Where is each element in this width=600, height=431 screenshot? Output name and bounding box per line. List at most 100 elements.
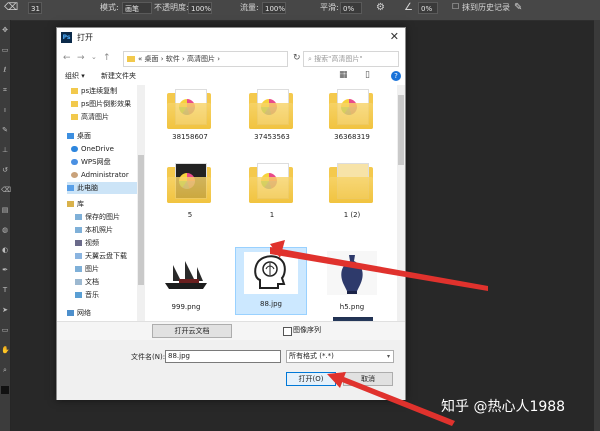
mode-select[interactable]: 画笔 — [122, 2, 152, 14]
pen-tool-icon[interactable]: ✒ — [1, 266, 9, 274]
brush-size-field[interactable]: 31 — [28, 2, 42, 14]
sidebar-item-saved-pictures[interactable]: 保存的图片 — [75, 211, 120, 223]
eraser-tool-icon[interactable]: ⌫ — [4, 2, 18, 13]
organize-button[interactable]: 组织 ▾ — [65, 71, 85, 81]
sidebar-item-ps-copy[interactable]: ps连续复制 — [71, 85, 117, 97]
image-sequence-checkbox[interactable] — [283, 327, 292, 336]
smoothing-field[interactable]: 0% — [340, 2, 362, 14]
history-brush-icon[interactable]: ↺ — [1, 166, 9, 174]
file-item-folder[interactable]: 38158607 — [155, 89, 225, 147]
filetype-select[interactable]: 所有格式 (*.*) ▾ — [286, 350, 394, 363]
angle-icon[interactable]: ∠ — [404, 2, 413, 13]
filename-input[interactable]: 88.jpg — [165, 350, 281, 363]
brush-tool-icon[interactable]: ✎ — [1, 126, 9, 134]
navigation-pane: ps连续复制 ps图片倒影效果 高清图片 桌面 OneDrive WPS网盘 A… — [57, 85, 137, 335]
folder-icon — [127, 56, 135, 62]
eyedropper-tool-icon[interactable]: ı — [1, 106, 9, 114]
file-name: 999.png — [171, 303, 201, 311]
scrollbar-thumb[interactable] — [138, 155, 144, 285]
sidebar-item-wps[interactable]: WPS网盘 — [71, 156, 111, 168]
sidebar-item-administrator[interactable]: Administrator — [71, 169, 129, 181]
search-input[interactable]: ⌕ 搜索"高清图片" — [303, 51, 399, 67]
blur-tool-icon[interactable]: ◍ — [1, 226, 9, 234]
refresh-icon[interactable]: ↻ — [293, 53, 301, 63]
marquee-tool-icon[interactable]: ▭ — [1, 46, 9, 54]
open-file-dialog: Ps 打开 ✕ ← → ⌄ ↑ « 桌面 › 软件 › 高清图片 › ↻ ⌕ 搜… — [56, 27, 406, 400]
flow-field[interactable]: 100% — [262, 2, 286, 14]
file-item-image[interactable]: h5.png — [317, 247, 387, 317]
sidebar-item-this-pc[interactable]: 此电脑 — [67, 182, 137, 194]
folder-icon — [329, 89, 375, 129]
forward-arrow-icon[interactable]: → — [77, 53, 85, 63]
up-arrow-icon[interactable]: ↑ — [103, 53, 111, 63]
sidebar-item-label: 保存的图片 — [85, 213, 120, 221]
erase-to-history-checkbox[interactable]: ☐ — [452, 2, 459, 11]
close-icon[interactable]: ✕ — [390, 30, 399, 43]
type-tool-icon[interactable]: T — [1, 286, 9, 294]
dodge-tool-icon[interactable]: ◐ — [1, 246, 9, 254]
cancel-button[interactable]: 取消 — [343, 372, 393, 386]
crop-tool-icon[interactable]: ⌗ — [1, 86, 9, 94]
opacity-field[interactable]: 100% — [188, 2, 212, 14]
file-item-folder[interactable]: 5 — [155, 163, 225, 221]
sidebar-item-label: 本机照片 — [85, 226, 113, 234]
file-item-folder[interactable]: 36368319 — [317, 89, 387, 147]
folder-icon — [167, 163, 213, 203]
navigation-scrollbar[interactable] — [137, 85, 145, 335]
sidebar-item-pictures[interactable]: 图片 — [75, 263, 99, 275]
file-item-folder[interactable]: 37453563 — [237, 89, 307, 147]
desktop-icon — [67, 133, 74, 139]
video-icon — [75, 240, 82, 246]
foreground-color-swatch[interactable] — [1, 386, 9, 394]
ps-tool-panel: ✥ ▭ ℓ ⌗ ı ✎ ⊥ ↺ ⌫ ▤ ◍ ◐ ✒ T ➤ ▭ ✋ ⌕ — [0, 20, 11, 431]
eraser-tool-icon[interactable]: ⌫ — [1, 186, 11, 194]
folder-icon — [329, 163, 375, 203]
sidebar-item-network[interactable]: 网络 — [67, 307, 91, 319]
scrollbar-thumb[interactable] — [398, 95, 404, 165]
vase-icon — [341, 255, 363, 294]
sidebar-item-label: 图片 — [85, 265, 99, 273]
help-icon[interactable]: ? — [391, 71, 401, 81]
lasso-tool-icon[interactable]: ℓ — [1, 66, 9, 74]
chevron-down-icon: ▾ — [386, 353, 390, 360]
open-cloud-doc-button[interactable]: 打开云文档 — [152, 324, 232, 338]
dialog-toolbar: 组织 ▾ 新建文件夹 ▦ ▯ ? — [57, 70, 405, 84]
view-options-icon[interactable]: ▦ — [339, 70, 348, 80]
vase-thumbnail — [327, 251, 377, 295]
zoom-tool-icon[interactable]: ⌕ — [1, 366, 9, 374]
breadcrumb[interactable]: « 桌面 › 软件 › 高清图片 › — [123, 51, 288, 67]
file-list-scrollbar[interactable] — [397, 85, 405, 335]
back-arrow-icon[interactable]: ← — [63, 53, 71, 63]
angle-field[interactable]: 0% — [418, 2, 438, 14]
sidebar-item-onedrive[interactable]: OneDrive — [71, 143, 114, 155]
sidebar-item-tianyi-download[interactable]: 天翼云盘下载 — [75, 250, 127, 262]
shape-tool-icon[interactable]: ▭ — [1, 326, 9, 334]
mode-label: 模式: — [100, 3, 119, 12]
open-button[interactable]: 打开(O) — [286, 372, 336, 386]
stamp-tool-icon[interactable]: ⊥ — [1, 146, 9, 154]
recent-locations-icon[interactable]: ⌄ — [91, 53, 97, 61]
sidebar-item-hd-images[interactable]: 高清图片 — [71, 111, 109, 123]
sidebar-item-documents[interactable]: 文档 — [75, 276, 99, 288]
sidebar-item-camera-roll[interactable]: 本机照片 — [75, 224, 113, 236]
sidebar-item-videos[interactable]: 视频 — [75, 237, 99, 249]
sidebar-item-label: OneDrive — [81, 145, 114, 153]
file-item-folder[interactable]: 1 — [237, 163, 307, 221]
hand-tool-icon[interactable]: ✋ — [1, 346, 10, 354]
sidebar-item-libraries[interactable]: 库 — [67, 198, 84, 210]
file-item-image[interactable]: 999.png — [151, 247, 221, 317]
gradient-tool-icon[interactable]: ▤ — [1, 206, 9, 214]
image-sequence-label: 图像序列 — [293, 326, 321, 334]
library-icon — [67, 201, 74, 207]
sidebar-item-desktop[interactable]: 桌面 — [67, 130, 91, 142]
file-item-image-selected[interactable]: 88.jpg — [235, 247, 307, 315]
file-item-folder[interactable]: 1 (2) — [317, 163, 387, 221]
sidebar-item-music[interactable]: 音乐 — [75, 289, 99, 301]
new-folder-button[interactable]: 新建文件夹 — [101, 71, 136, 81]
preview-pane-icon[interactable]: ▯ — [365, 70, 370, 80]
pressure-icon[interactable]: ✎ — [514, 2, 522, 13]
gear-icon[interactable]: ⚙ — [376, 2, 385, 13]
move-tool-icon[interactable]: ✥ — [1, 26, 9, 34]
sidebar-item-ps-reflection[interactable]: ps图片倒影效果 — [71, 98, 131, 110]
path-select-icon[interactable]: ➤ — [1, 306, 9, 314]
